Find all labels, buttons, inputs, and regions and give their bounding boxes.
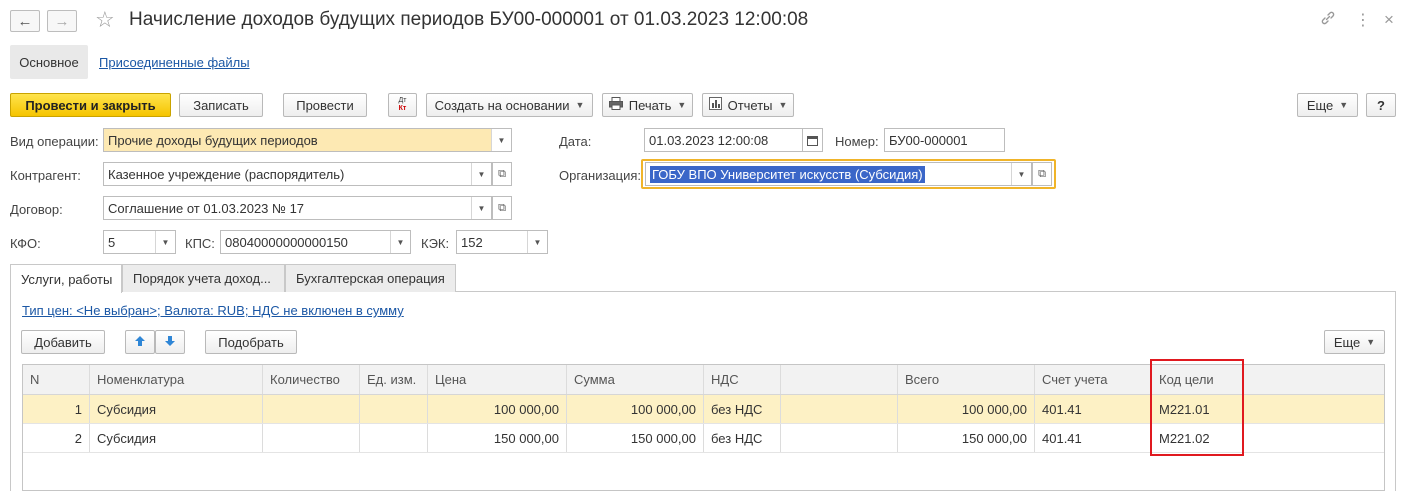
chevron-down-icon: ▼	[778, 100, 788, 110]
counterparty-label: Контрагент:	[10, 168, 81, 183]
move-down-button[interactable]	[155, 330, 185, 354]
tab-services[interactable]: Услуги, работы	[10, 264, 122, 293]
forward-button[interactable]: →	[47, 10, 77, 32]
more-vert-icon[interactable]: ⋮	[1355, 10, 1371, 30]
chevron-down-icon[interactable]: ▼	[155, 231, 175, 253]
tab-accounting-operation[interactable]: Бухгалтерская операция	[285, 264, 456, 292]
column-header[interactable]: НДС	[704, 365, 781, 394]
back-button[interactable]: ←	[10, 10, 40, 32]
save-button[interactable]: Записать	[179, 93, 263, 117]
kek-field[interactable]: 152 ▼	[456, 230, 548, 254]
column-header[interactable]: Цена	[428, 365, 567, 394]
open-contract-icon[interactable]: ⧉	[492, 196, 512, 220]
open-counterparty-icon[interactable]: ⧉	[492, 162, 512, 186]
organization-label: Организация:	[559, 168, 642, 183]
column-header[interactable]: Ед. изм.	[360, 365, 428, 394]
chevron-down-icon: ▼	[575, 100, 585, 110]
add-row-button[interactable]: Добавить	[21, 330, 105, 354]
organization-field[interactable]: ГОБУ ВПО Университет искусств (Субсидия)…	[645, 162, 1032, 186]
chevron-down-icon[interactable]: ▼	[471, 163, 491, 185]
section-files-link[interactable]: Присоединенные файлы	[99, 55, 250, 70]
more-button[interactable]: Еще ▼	[1297, 93, 1358, 117]
print-button[interactable]: Печать ▼	[602, 93, 693, 117]
move-up-button[interactable]	[125, 330, 155, 354]
kfo-label: КФО:	[10, 236, 41, 251]
close-icon[interactable]: ×	[1384, 10, 1394, 30]
operation-type-label: Вид операции:	[10, 134, 99, 149]
number-field[interactable]: БУ00-000001	[884, 128, 1005, 152]
pick-button[interactable]: Подобрать	[205, 330, 297, 354]
reports-button[interactable]: Отчеты ▼	[702, 93, 794, 117]
column-header[interactable]: Количество	[263, 365, 360, 394]
column-header[interactable]: Номенклатура	[90, 365, 263, 394]
column-header[interactable]	[781, 365, 898, 394]
chevron-down-icon[interactable]: ▼	[491, 129, 511, 151]
chevron-down-icon[interactable]: ▼	[471, 197, 491, 219]
date-label: Дата:	[559, 134, 592, 149]
operation-type-field[interactable]: Прочие доходы будущих периодов ▼	[103, 128, 512, 152]
kek-label: КЭК:	[421, 236, 450, 251]
chevron-down-icon: ▼	[677, 100, 687, 110]
number-label: Номер:	[835, 134, 879, 149]
link-icon[interactable]	[1320, 10, 1336, 31]
create-based-on-button[interactable]: Создать на основании ▼	[426, 93, 593, 117]
page-title: Начисление доходов будущих периодов БУ00…	[129, 9, 809, 30]
column-header[interactable]: Сумма	[567, 365, 704, 394]
counterparty-field[interactable]: Казенное учреждение (распорядитель) ▼	[103, 162, 492, 186]
kps-field[interactable]: 08040000000000150 ▼	[220, 230, 411, 254]
goal-code-highlight-box	[1150, 359, 1244, 456]
column-header[interactable]: Счет учета	[1035, 365, 1152, 394]
dt-kt-icon: Дт Кт	[398, 97, 407, 112]
column-header[interactable]: Всего	[898, 365, 1035, 394]
table-more-button[interactable]: Еще ▼	[1324, 330, 1385, 354]
kfo-field[interactable]: 5 ▼	[103, 230, 176, 254]
price-type-link[interactable]: Тип цен: <Не выбран>; Валюта: RUB; НДС н…	[22, 303, 404, 318]
section-main[interactable]: Основное	[10, 45, 88, 79]
chevron-down-icon: ▼	[1339, 100, 1349, 110]
printer-icon	[608, 97, 623, 113]
help-button[interactable]: ?	[1366, 93, 1396, 117]
post-button[interactable]: Провести	[283, 93, 367, 117]
chevron-down-icon: ▼	[1366, 337, 1376, 347]
post-and-close-button[interactable]: Провести и закрыть	[10, 93, 171, 117]
calendar-icon[interactable]	[803, 128, 823, 152]
arrow-down-icon	[164, 335, 176, 350]
star-icon[interactable]: ☆	[95, 7, 115, 33]
date-field[interactable]: 01.03.2023 12:00:08	[644, 128, 803, 152]
dt-kt-button[interactable]: Дт Кт	[388, 93, 417, 117]
contract-field[interactable]: Соглашение от 01.03.2023 № 17 ▼	[103, 196, 492, 220]
back-arrow-icon: ←	[17, 12, 33, 30]
contract-label: Договор:	[10, 202, 63, 217]
chevron-down-icon[interactable]: ▼	[390, 231, 410, 253]
chevron-down-icon[interactable]: ▼	[1011, 163, 1031, 185]
column-header[interactable]: N	[23, 365, 90, 394]
arrow-up-icon	[134, 335, 146, 350]
tab-income-accounting[interactable]: Порядок учета доход...	[122, 264, 285, 292]
report-icon	[708, 97, 722, 113]
chevron-down-icon[interactable]: ▼	[527, 231, 547, 253]
forward-arrow-icon: →	[54, 12, 70, 30]
kps-label: КПС:	[185, 236, 215, 251]
open-organization-icon[interactable]: ⧉	[1032, 162, 1052, 186]
